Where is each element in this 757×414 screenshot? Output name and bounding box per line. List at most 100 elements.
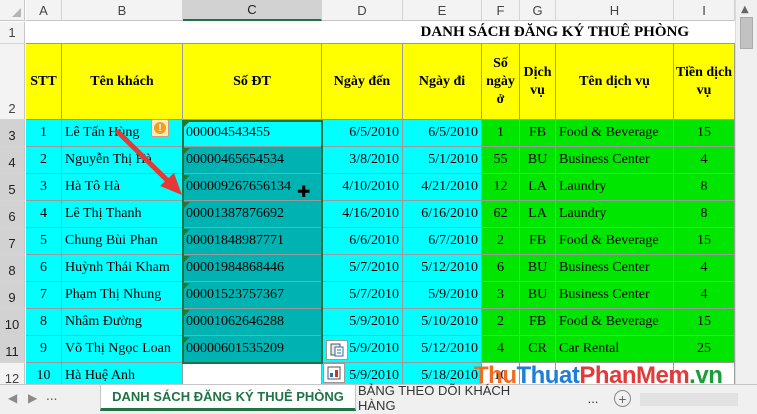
cell-c6[interactable]: 00001387876692 — [183, 201, 322, 228]
row-header-1[interactable]: 1 — [0, 22, 25, 44]
cell-i9[interactable]: 4 — [674, 282, 735, 309]
cell-f7[interactable]: 2 — [482, 228, 520, 255]
cell-i3[interactable]: 15 — [674, 120, 735, 147]
cell-b6[interactable]: Lê Thị Thanh — [62, 201, 183, 228]
cell-e3[interactable]: 6/5/2010 — [403, 120, 482, 147]
cell-d5[interactable]: 4/10/2010 — [322, 174, 403, 201]
spreadsheet-grid[interactable]: ABCDEFGHIJ 123456789101112 DANH SÁCH ĐĂN… — [0, 0, 757, 384]
row-header-7[interactable]: 7 — [0, 228, 25, 255]
row-header-10[interactable]: 10 — [0, 309, 25, 336]
cell-f9[interactable]: 3 — [482, 282, 520, 309]
cell-a7[interactable]: 5 — [26, 228, 62, 255]
cell-h10[interactable]: Food & Beverage — [556, 309, 674, 336]
cell-g9[interactable]: BU — [520, 282, 556, 309]
header-cell-ten-khach[interactable]: Tên khách — [62, 44, 183, 120]
header-cell-so-dt[interactable]: Số ĐT — [183, 44, 322, 120]
column-header-g[interactable]: G — [520, 0, 556, 21]
error-warning-button[interactable]: ! — [151, 119, 169, 137]
tab-bang-theo-doi[interactable]: BẢNG THEO DÕI KHÁCH HÀNG — [358, 383, 518, 413]
header-cell-ngay-den[interactable]: Ngày đến — [322, 44, 403, 120]
row-header-4[interactable]: 4 — [0, 147, 25, 174]
cell-a6[interactable]: 4 — [26, 201, 62, 228]
row-header-3[interactable]: 3 — [0, 120, 25, 147]
cell-d6[interactable]: 4/16/2010 — [322, 201, 403, 228]
more-sheets-left[interactable]: ... — [46, 389, 57, 403]
column-header-c[interactable]: C — [183, 0, 322, 21]
cell-c11[interactable]: 00000601535209 — [183, 336, 322, 363]
cell-f8[interactable]: 6 — [482, 255, 520, 282]
cell-g6[interactable]: LA — [520, 201, 556, 228]
row-header-9[interactable]: 9 — [0, 282, 25, 309]
cell-a8[interactable]: 6 — [26, 255, 62, 282]
cell-a10[interactable]: 8 — [26, 309, 62, 336]
vertical-scrollbar[interactable]: ▲ — [735, 0, 757, 384]
cell-b4[interactable]: Nguyễn Thị Hà — [62, 147, 183, 174]
cell-h8[interactable]: Business Center — [556, 255, 674, 282]
cell-f10[interactable]: 2 — [482, 309, 520, 336]
cell-b5[interactable]: Hà Tô Hà — [62, 174, 183, 201]
more-sheets-right[interactable]: ... — [578, 385, 608, 411]
cell-c4[interactable]: 00000465654534 — [183, 147, 322, 174]
cell-d4[interactable]: 3/8/2010 — [322, 147, 403, 174]
column-header-h[interactable]: H — [556, 0, 674, 21]
cell-e7[interactable]: 6/7/2010 — [403, 228, 482, 255]
cell-e10[interactable]: 5/10/2010 — [403, 309, 482, 336]
paste-options-button[interactable] — [326, 340, 348, 360]
cell-i7[interactable]: 15 — [674, 228, 735, 255]
cell-h12[interactable] — [556, 363, 674, 384]
cell-i6[interactable]: 8 — [674, 201, 735, 228]
cell-f12[interactable]: 10 — [482, 363, 520, 384]
cell-b7[interactable]: Chung Bùi Phan — [62, 228, 183, 255]
cell-d9[interactable]: 5/7/2010 — [322, 282, 403, 309]
select-all-corner[interactable] — [0, 0, 25, 21]
row-header-8[interactable]: 8 — [0, 255, 25, 282]
cell-c12[interactable] — [183, 363, 322, 384]
cell-i4[interactable]: 4 — [674, 147, 735, 174]
cell-b9[interactable]: Phạm Thị Nhung — [62, 282, 183, 309]
cell-e4[interactable]: 5/1/2010 — [403, 147, 482, 174]
scroll-thumb[interactable] — [740, 17, 753, 49]
cell-i10[interactable]: 15 — [674, 309, 735, 336]
cell-c7[interactable]: 00001848987771 — [183, 228, 322, 255]
row-header-11[interactable]: 11 — [0, 336, 25, 363]
cell-e8[interactable]: 5/12/2010 — [403, 255, 482, 282]
cell-g12[interactable] — [520, 363, 556, 384]
column-header-d[interactable]: D — [322, 0, 403, 21]
cell-f3[interactable]: 1 — [482, 120, 520, 147]
row-header-6[interactable]: 6 — [0, 201, 25, 228]
header-cell-so-ngay-o[interactable]: Số ngày ở — [482, 44, 520, 120]
header-cell-stt[interactable]: STT — [26, 44, 62, 120]
cell-a9[interactable]: 7 — [26, 282, 62, 309]
cell-h4[interactable]: Business Center — [556, 147, 674, 174]
cell-f6[interactable]: 62 — [482, 201, 520, 228]
cell-h6[interactable]: Laundry — [556, 201, 674, 228]
column-header-b[interactable]: B — [62, 0, 183, 21]
cell-e6[interactable]: 6/16/2010 — [403, 201, 482, 228]
cell-e5[interactable]: 4/21/2010 — [403, 174, 482, 201]
cell-c10[interactable]: 00001062646288 — [183, 309, 322, 336]
cell-a5[interactable]: 3 — [26, 174, 62, 201]
cell-e9[interactable]: 5/9/2010 — [403, 282, 482, 309]
cell-b12[interactable]: Hà Huệ Anh — [62, 363, 183, 384]
cell-h3[interactable]: Food & Beverage — [556, 120, 674, 147]
sheet-title[interactable]: DANH SÁCH ĐĂNG KÝ THUÊ PHÒNG — [26, 22, 735, 44]
cell-g11[interactable]: CR — [520, 336, 556, 363]
horizontal-scrollbar[interactable] — [640, 393, 738, 406]
cell-f5[interactable]: 12 — [482, 174, 520, 201]
row-header-5[interactable]: 5 — [0, 174, 25, 201]
cell-d7[interactable]: 6/6/2010 — [322, 228, 403, 255]
cell-f4[interactable]: 55 — [482, 147, 520, 174]
row-header-2[interactable]: 2 — [0, 44, 25, 120]
cell-b8[interactable]: Huỳnh Thái Kham — [62, 255, 183, 282]
cell-g3[interactable]: FB — [520, 120, 556, 147]
cell-g10[interactable]: FB — [520, 309, 556, 336]
cell-b11[interactable]: Võ Thị Ngọc Loan — [62, 336, 183, 363]
cell-i12[interactable] — [674, 363, 735, 384]
cell-h5[interactable]: Laundry — [556, 174, 674, 201]
cell-c9[interactable]: 00001523757367 — [183, 282, 322, 309]
cell-e12[interactable]: 5/18/2010 — [403, 363, 482, 384]
cell-h9[interactable]: Business Center — [556, 282, 674, 309]
cell-c8[interactable]: 00001984868446 — [183, 255, 322, 282]
cell-a4[interactable]: 2 — [26, 147, 62, 174]
header-cell-tien-dich-vu[interactable]: Tiền dịch vụ — [674, 44, 735, 120]
